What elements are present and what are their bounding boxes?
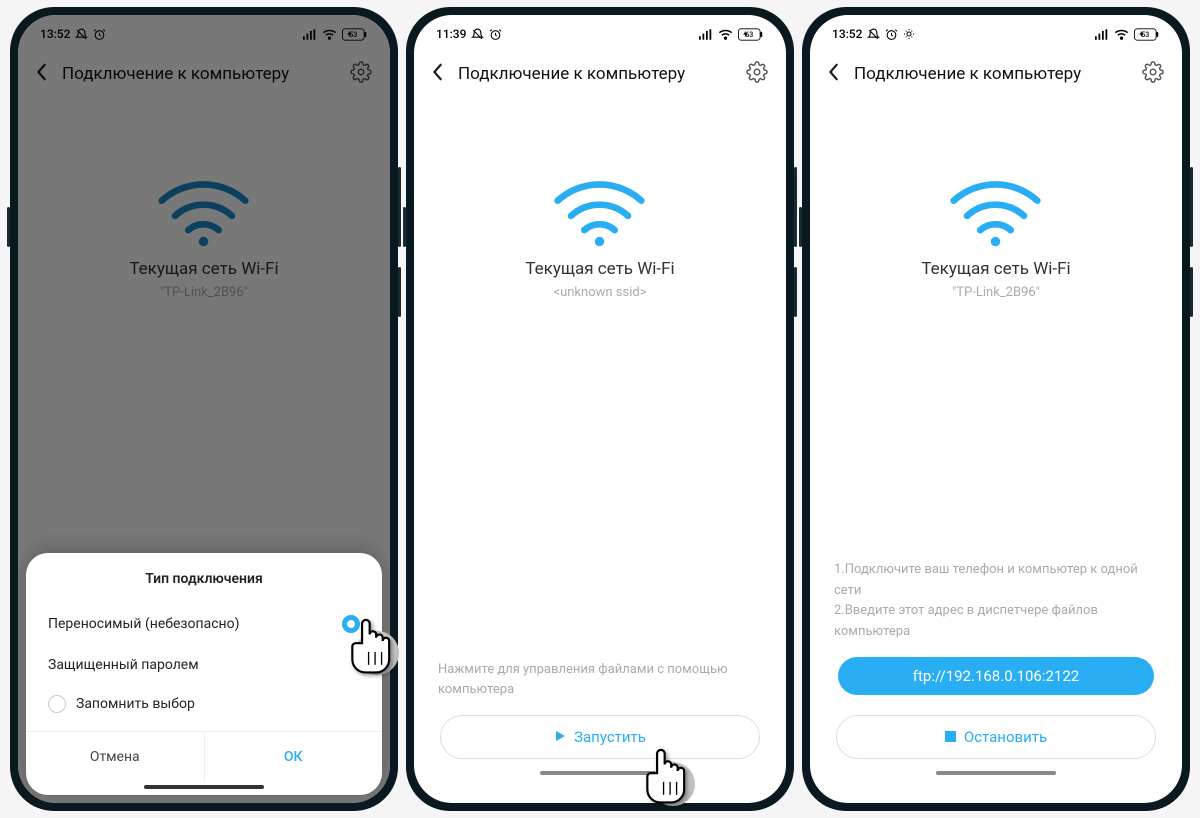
back-icon[interactable]	[432, 63, 444, 85]
ok-button[interactable]: ОК	[205, 732, 383, 781]
alarm-icon	[885, 28, 898, 41]
battery-icon: 63	[738, 28, 764, 41]
option-portable-label: Переносимый (небезопасно)	[48, 616, 239, 632]
home-indicator[interactable]	[936, 771, 1056, 775]
gear-icon[interactable]	[1142, 61, 1164, 87]
status-time: 13:52	[832, 27, 862, 41]
wifi-label: Текущая сеть Wi-Fi	[921, 259, 1070, 279]
stop-button[interactable]: Остановить	[836, 715, 1156, 759]
remember-choice-row[interactable]: Запомнить выбор	[26, 685, 382, 731]
option-password[interactable]: Защищенный паролем	[26, 645, 382, 685]
wifi-label: Текущая сеть Wi-Fi	[525, 259, 674, 279]
hint-text: Нажмите для управления файлами с помощью…	[438, 660, 762, 699]
page-title: Подключение к компьютеру	[458, 64, 732, 84]
app-bar: Подключение к компьютеру	[414, 49, 786, 99]
gear-icon[interactable]	[746, 61, 768, 87]
play-icon	[554, 728, 566, 746]
phone-frame-2: 11:39 63 Подключение к компьютеру Текуща…	[406, 7, 794, 811]
wifi-large-icon	[948, 179, 1043, 249]
wifi-icon	[1114, 29, 1129, 40]
signal-icon	[699, 29, 713, 40]
start-button-label: Запустить	[574, 728, 646, 746]
signal-icon	[1095, 29, 1109, 40]
wifi-icon	[718, 29, 733, 40]
page-title: Подключение к компьютеру	[854, 64, 1128, 84]
status-time: 11:39	[436, 27, 466, 41]
start-button[interactable]: Запустить	[440, 715, 760, 759]
cancel-button[interactable]: Отмена	[26, 732, 205, 781]
instruction-line-2: 2.Введите этот адрес в диспетчере файлов…	[834, 601, 1158, 643]
wifi-ssid: <unknown ssid>	[525, 285, 674, 300]
stop-icon	[945, 728, 956, 746]
battery-icon: 53	[1134, 28, 1160, 41]
instructions: 1.Подключите ваш телефон и компьютер к о…	[834, 560, 1158, 643]
option-portable[interactable]: Переносимый (небезопасно)	[26, 603, 382, 645]
bell-off-icon	[471, 28, 484, 41]
status-bar: 11:39 63	[414, 15, 786, 49]
alarm-icon	[489, 28, 502, 41]
phone-frame-3: 13:52 53 Подключение к компьютеру Текуща…	[802, 7, 1190, 811]
radio-selected-icon	[342, 615, 360, 633]
svg-text:53: 53	[1141, 31, 1149, 39]
connection-type-dialog: Тип подключения Переносимый (небезопасно…	[26, 553, 382, 795]
wifi-large-icon	[552, 179, 647, 249]
dialog-title: Тип подключения	[26, 571, 382, 587]
remember-label: Запомнить выбор	[76, 696, 195, 712]
phone-frame-1: 13:52 53 Подключение к компьютеру Текуща…	[10, 7, 398, 811]
sun-icon	[903, 28, 915, 40]
stop-button-label: Остановить	[964, 728, 1047, 746]
app-bar: Подключение к компьютеру	[810, 49, 1182, 99]
bell-off-icon	[867, 28, 880, 41]
back-icon[interactable]	[828, 63, 840, 85]
home-indicator[interactable]	[144, 785, 264, 789]
wifi-ssid: "TP-Link_2B96"	[921, 285, 1070, 300]
instruction-line-1: 1.Подключите ваш телефон и компьютер к о…	[834, 560, 1158, 602]
home-indicator[interactable]	[540, 771, 660, 775]
ftp-address[interactable]: ftp://192.168.0.106:2122	[838, 657, 1154, 695]
checkbox-empty-icon	[48, 695, 66, 713]
svg-text:63: 63	[745, 31, 753, 39]
option-password-label: Защищенный паролем	[48, 657, 199, 673]
status-bar: 13:52 53	[810, 15, 1182, 49]
